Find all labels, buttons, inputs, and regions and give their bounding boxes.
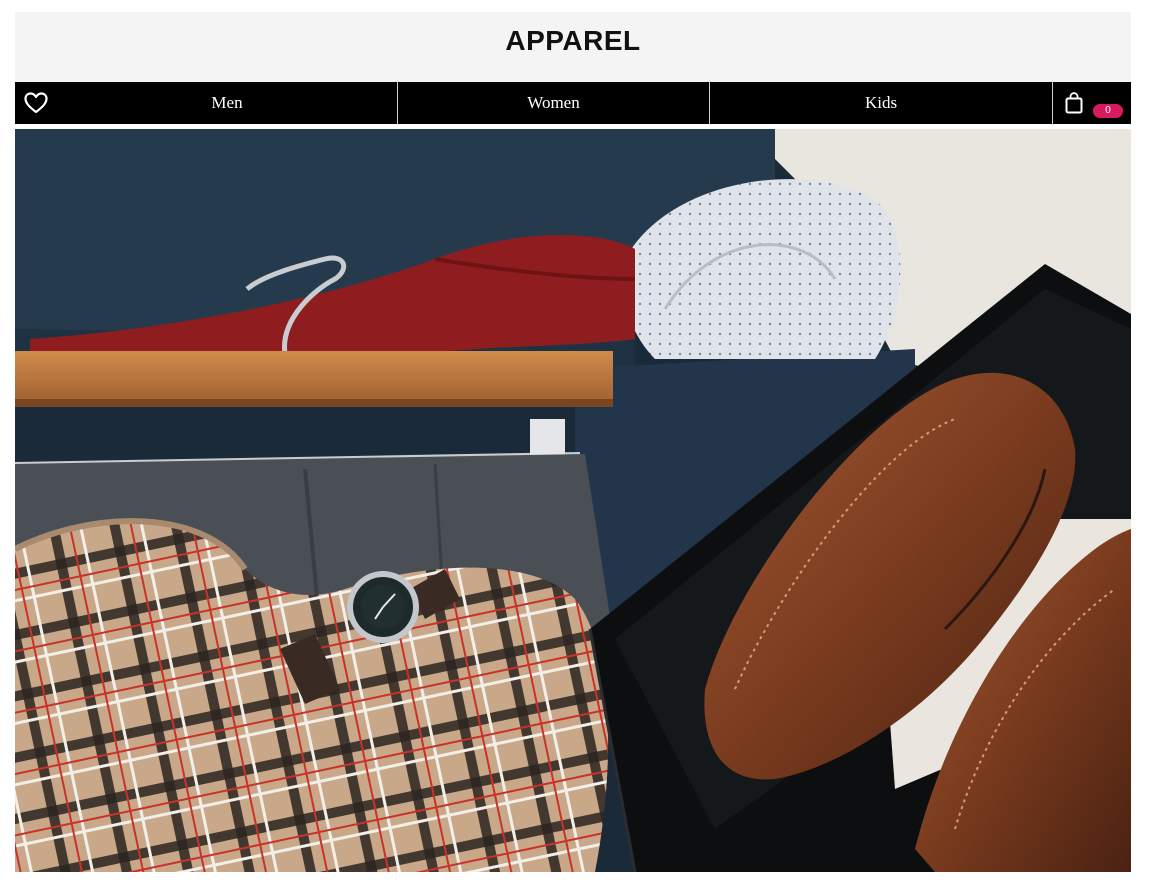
hero-photo: [15, 129, 1131, 872]
cart-count-badge: 0: [1093, 104, 1123, 118]
main-nav: Men Women Kids 0: [15, 82, 1131, 124]
page: APPAREL Men Women Kids 0: [0, 0, 1152, 885]
site-header: APPAREL: [15, 12, 1131, 82]
heart-icon: [24, 92, 48, 114]
cart-button[interactable]: 0: [1053, 82, 1131, 124]
hero-image: [15, 129, 1131, 872]
wishlist-button[interactable]: [15, 82, 57, 124]
shopping-bag-icon: [1065, 92, 1083, 114]
brand-title[interactable]: APPAREL: [15, 27, 1131, 55]
nav-item-men[interactable]: Men: [57, 82, 398, 124]
nav-item-kids[interactable]: Kids: [710, 82, 1053, 124]
nav-item-women[interactable]: Women: [398, 82, 710, 124]
